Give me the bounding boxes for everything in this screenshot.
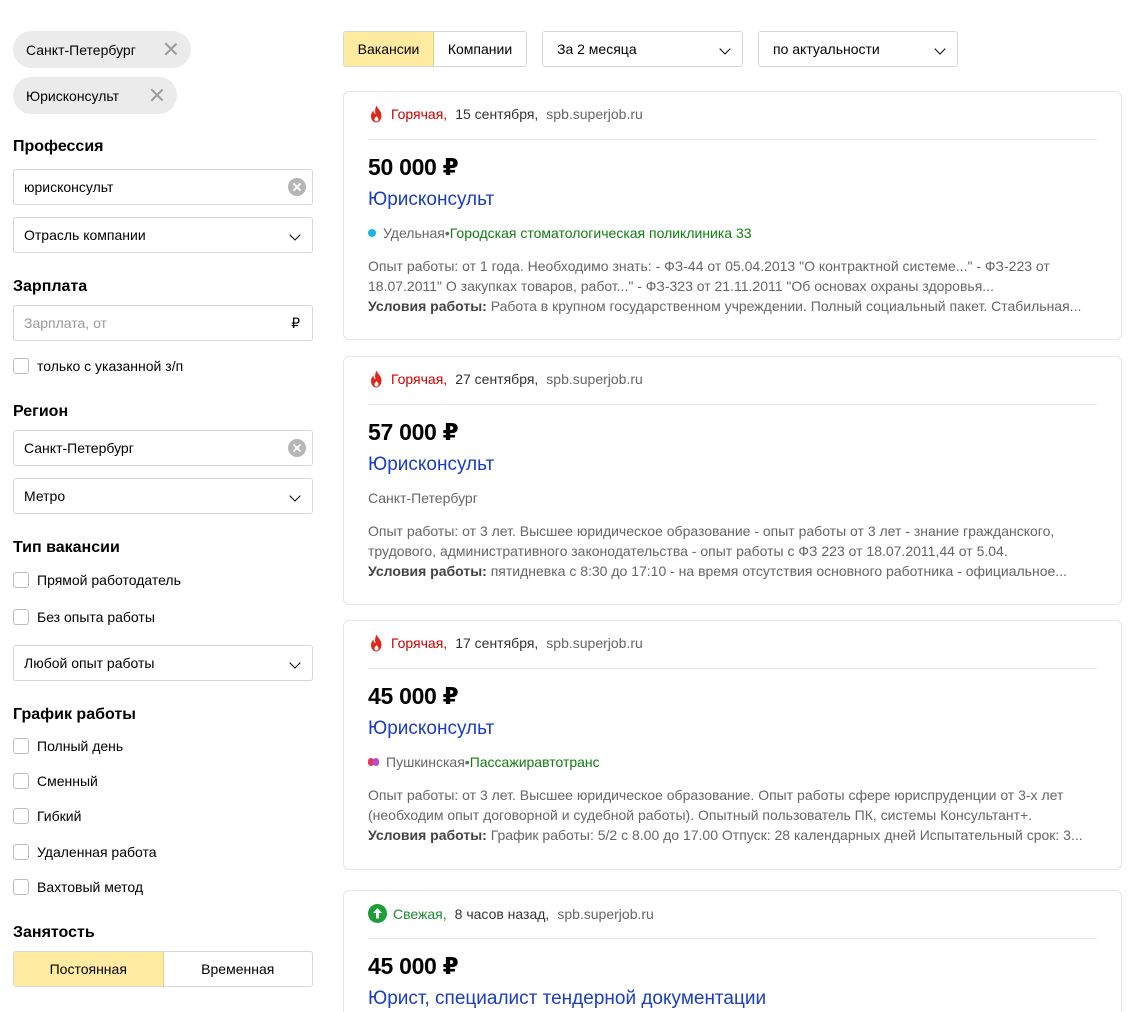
vacancy-card[interactable]: Свежая, 8 часов назад, spb.superjob.ru 4… [343,890,1122,1012]
no-experience-checkbox[interactable]: Без опыта работы [13,609,155,625]
arrow-up-icon [368,904,387,923]
vacancy-location: Удельная • Городская стоматологическая п… [368,225,752,241]
employment-temporary-button[interactable]: Временная [164,952,313,986]
vacancy-card[interactable]: Горячая, 17 сентября, spb.superjob.ru 45… [343,620,1122,870]
vacancy-source[interactable]: spb.superjob.ru [546,106,643,122]
fire-icon [371,370,382,388]
close-icon[interactable] [150,88,164,102]
vacancy-date: 17 сентября, [455,635,539,651]
only-with-salary-checkbox[interactable]: только с указанной з/п [13,358,183,374]
vacancy-description: Опыт работы: от 1 года. Необходимо знать… [368,258,1082,314]
section-title-schedule: График работы [13,706,136,723]
vacancy-source[interactable]: spb.superjob.ru [546,371,643,387]
schedule-full-day-checkbox[interactable]: Полный день [13,738,123,754]
section-title-profession: Профессия [13,138,104,155]
vacancy-title-link[interactable]: Юрисконсульт [368,189,494,211]
checkbox[interactable] [13,358,29,374]
fire-icon [371,634,382,652]
schedule-remote-checkbox[interactable]: Удаленная работа [13,844,157,860]
vacancy-source[interactable]: spb.superjob.ru [557,906,654,922]
employment-toggle: Постоянная Временная [13,951,313,987]
vacancy-meta: Горячая, 17 сентября, spb.superjob.ru [368,634,643,652]
section-title-employment: Занятость [13,924,95,941]
divider [368,668,1097,669]
vacancy-title-link[interactable]: Юрист, специалист тендерной документации [368,988,766,1010]
fire-icon [371,105,382,123]
tab-companies[interactable]: Компании [434,32,526,66]
hot-tag: Горячая, [391,635,448,651]
checkbox[interactable] [13,609,29,625]
tab-vacancies[interactable]: Вакансии [344,32,434,66]
vacancy-salary: 45 000 ₽ [368,953,459,979]
company-link[interactable]: Городская стоматологическая поликлиника … [450,225,752,241]
vacancy-date: 15 сентября, [455,106,539,122]
vacancy-title-link[interactable]: Юрисконсульт [368,454,494,476]
chevron-down-icon [289,490,301,502]
profession-input[interactable]: юрисконсульт [13,169,313,205]
clear-icon[interactable] [288,178,306,196]
section-title-region: Регион [13,403,69,420]
filter-chip-city[interactable]: Санкт-Петербург [13,31,191,68]
period-select[interactable]: За 2 месяца [542,31,743,67]
checkbox[interactable] [13,808,29,824]
vacancy-date: 8 часов назад, [454,905,550,922]
filter-chip-profession[interactable]: Юрисконсульт [13,77,177,114]
schedule-flexible-checkbox[interactable]: Гибкий [13,808,81,824]
vacancy-location: Пушкинская • Пассажиравтотранс [368,754,600,770]
fresh-tag: Свежая, [393,905,447,922]
vacancy-salary: 45 000 ₽ [368,683,459,709]
ruble-icon: ₽ [291,315,300,331]
employment-permanent-button[interactable]: Постоянная [14,952,164,986]
checkbox[interactable] [13,738,29,754]
hot-tag: Горячая, [391,371,448,387]
vacancy-description: Опыт работы: от 3 лет. Высшее юридическо… [368,523,1067,579]
experience-select[interactable]: Любой опыт работы [13,645,313,681]
vacancy-card[interactable]: Горячая, 15 сентября, spb.superjob.ru 50… [343,91,1122,340]
section-title-salary: Зарплата [13,278,88,295]
schedule-shift-checkbox[interactable]: Сменный [13,773,98,789]
region-input[interactable]: Санкт-Петербург [13,430,313,466]
checkbox[interactable] [13,844,29,860]
clear-icon[interactable] [288,439,306,457]
divider [368,404,1097,405]
search-type-toggle: Вакансии Компании [343,31,527,67]
section-title-vacancy-type: Тип вакансии [13,539,120,556]
chevron-down-icon [289,657,301,669]
vacancy-card[interactable]: Горячая, 27 сентября, spb.superjob.ru 57… [343,356,1122,605]
industry-select[interactable]: Отрасль компании [13,217,313,253]
metro-line-icon [373,758,379,766]
direct-employer-checkbox[interactable]: Прямой работодатель [13,572,181,588]
vacancy-salary: 57 000 ₽ [368,419,459,445]
metro-select[interactable]: Метро [13,478,313,514]
salary-input[interactable]: Зарплата, от ₽ [13,305,313,341]
divider [368,938,1097,939]
company-link[interactable]: Пассажиравтотранс [470,754,600,770]
vacancy-date: 27 сентября, [455,371,539,387]
vacancy-title-link[interactable]: Юрисконсульт [368,718,494,740]
vacancy-meta: Свежая, 8 часов назад, spb.superjob.ru [368,904,654,923]
metro-line-icon [368,229,376,237]
chevron-down-icon [289,229,301,241]
close-icon[interactable] [164,42,178,56]
chevron-down-icon [719,43,731,55]
chip-label: Юрисконсульт [26,87,120,104]
checkbox[interactable] [13,773,29,789]
chip-label: Санкт-Петербург [26,41,136,58]
checkbox[interactable] [13,879,29,895]
schedule-rotation-checkbox[interactable]: Вахтовый метод [13,879,143,895]
vacancy-description: Опыт работы: от 3 лет. Высшее юридическо… [368,787,1083,843]
vacancy-location: Санкт-Петербург [368,490,478,506]
sort-select[interactable]: по актуальности [758,31,958,67]
vacancy-meta: Горячая, 15 сентября, spb.superjob.ru [368,105,643,123]
vacancy-source[interactable]: spb.superjob.ru [546,635,643,651]
vacancy-salary: 50 000 ₽ [368,154,459,180]
hot-tag: Горячая, [391,106,448,122]
vacancy-meta: Горячая, 27 сентября, spb.superjob.ru [368,370,643,388]
chevron-down-icon [934,43,946,55]
checkbox[interactable] [13,572,29,588]
divider [368,139,1097,140]
